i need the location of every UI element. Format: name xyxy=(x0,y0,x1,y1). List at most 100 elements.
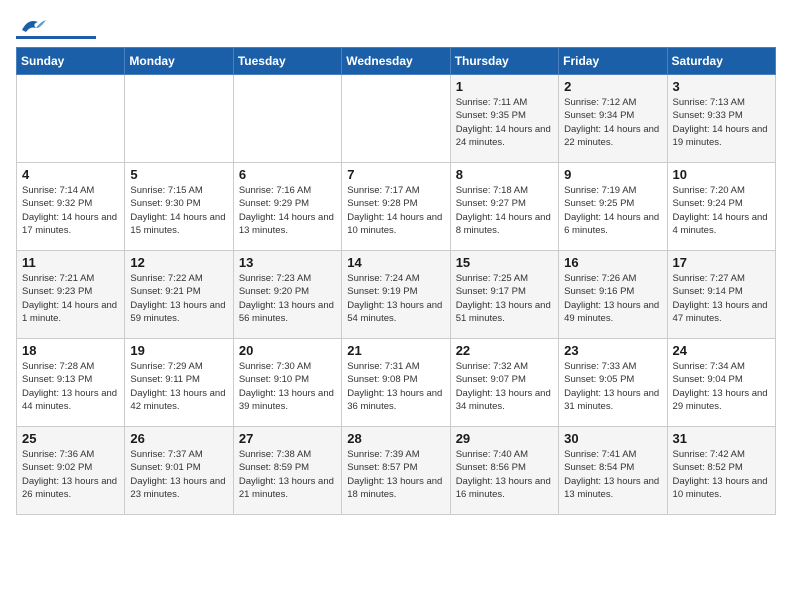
day-number: 10 xyxy=(673,167,770,182)
calendar-cell xyxy=(233,75,341,163)
day-number: 22 xyxy=(456,343,553,358)
day-number: 2 xyxy=(564,79,661,94)
calendar-cell: 30Sunrise: 7:41 AM Sunset: 8:54 PM Dayli… xyxy=(559,427,667,515)
day-info: Sunrise: 7:11 AM Sunset: 9:35 PM Dayligh… xyxy=(456,96,553,149)
day-info: Sunrise: 7:34 AM Sunset: 9:04 PM Dayligh… xyxy=(673,360,770,413)
calendar-cell: 8Sunrise: 7:18 AM Sunset: 9:27 PM Daylig… xyxy=(450,163,558,251)
day-info: Sunrise: 7:27 AM Sunset: 9:14 PM Dayligh… xyxy=(673,272,770,325)
calendar-cell xyxy=(342,75,450,163)
calendar-header-row: SundayMondayTuesdayWednesdayThursdayFrid… xyxy=(17,48,776,75)
day-info: Sunrise: 7:41 AM Sunset: 8:54 PM Dayligh… xyxy=(564,448,661,501)
weekday-header: Friday xyxy=(559,48,667,75)
calendar-cell: 26 Sunrise: 7:37 AM Sunset: 9:01 PM Dayli… xyxy=(125,427,233,515)
day-number: 1 xyxy=(456,79,553,94)
calendar-cell: 1 Sunrise: 7:11 AM Sunset: 9:35 PM Daylig… xyxy=(450,75,558,163)
calendar-week-row: 25 Sunrise: 7:36 AM Sunset: 9:02 PM Dayli… xyxy=(17,427,776,515)
day-number: 11 xyxy=(22,255,119,270)
calendar-cell: 19 Sunrise: 7:29 AM Sunset: 9:11 PM Dayli… xyxy=(125,339,233,427)
day-info: Sunrise: 7:29 AM Sunset: 9:11 PM Dayligh… xyxy=(130,360,227,413)
day-number: 8 xyxy=(456,167,553,182)
calendar-cell: 27 Sunrise: 7:38 AM Sunset: 8:59 PM Dayli… xyxy=(233,427,341,515)
day-number: 27 xyxy=(239,431,336,446)
calendar-cell: 5Sunrise: 7:15 AM Sunset: 9:30 PM Daylig… xyxy=(125,163,233,251)
calendar-cell: 29 Sunrise: 7:40 AM Sunset: 8:56 PM Dayli… xyxy=(450,427,558,515)
calendar-cell: 31Sunrise: 7:42 AM Sunset: 8:52 PM Dayli… xyxy=(667,427,775,515)
day-info: Sunrise: 7:13 AM Sunset: 9:33 PM Dayligh… xyxy=(673,96,770,149)
calendar-cell: 28Sunrise: 7:39 AM Sunset: 8:57 PM Dayli… xyxy=(342,427,450,515)
day-info: Sunrise: 7:31 AM Sunset: 9:08 PM Dayligh… xyxy=(347,360,444,413)
calendar-cell: 17 Sunrise: 7:27 AM Sunset: 9:14 PM Dayli… xyxy=(667,251,775,339)
day-number: 24 xyxy=(673,343,770,358)
calendar-cell xyxy=(125,75,233,163)
day-info: Sunrise: 7:24 AM Sunset: 9:19 PM Dayligh… xyxy=(347,272,444,325)
calendar-cell: 15Sunrise: 7:25 AM Sunset: 9:17 PM Dayli… xyxy=(450,251,558,339)
day-info: Sunrise: 7:17 AM Sunset: 9:28 PM Dayligh… xyxy=(347,184,444,237)
day-info: Sunrise: 7:25 AM Sunset: 9:17 PM Dayligh… xyxy=(456,272,553,325)
calendar-cell: 18 Sunrise: 7:28 AM Sunset: 9:13 PM Dayli… xyxy=(17,339,125,427)
day-number: 12 xyxy=(130,255,227,270)
calendar-cell: 4 Sunrise: 7:14 AM Sunset: 9:32 PM Daylig… xyxy=(17,163,125,251)
weekday-header: Wednesday xyxy=(342,48,450,75)
calendar-week-row: 4 Sunrise: 7:14 AM Sunset: 9:32 PM Daylig… xyxy=(17,163,776,251)
day-info: Sunrise: 7:36 AM Sunset: 9:02 PM Dayligh… xyxy=(22,448,119,501)
calendar-cell: 20 Sunrise: 7:30 AM Sunset: 9:10 PM Dayli… xyxy=(233,339,341,427)
calendar-cell: 24 Sunrise: 7:34 AM Sunset: 9:04 PM Dayli… xyxy=(667,339,775,427)
day-info: Sunrise: 7:37 AM Sunset: 9:01 PM Dayligh… xyxy=(130,448,227,501)
day-info: Sunrise: 7:12 AM Sunset: 9:34 PM Dayligh… xyxy=(564,96,661,149)
day-number: 9 xyxy=(564,167,661,182)
weekday-header: Saturday xyxy=(667,48,775,75)
calendar-cell: 7 Sunrise: 7:17 AM Sunset: 9:28 PM Daylig… xyxy=(342,163,450,251)
day-number: 20 xyxy=(239,343,336,358)
day-info: Sunrise: 7:40 AM Sunset: 8:56 PM Dayligh… xyxy=(456,448,553,501)
day-number: 31 xyxy=(673,431,770,446)
weekday-header: Tuesday xyxy=(233,48,341,75)
day-info: Sunrise: 7:23 AM Sunset: 9:20 PM Dayligh… xyxy=(239,272,336,325)
day-info: Sunrise: 7:38 AM Sunset: 8:59 PM Dayligh… xyxy=(239,448,336,501)
day-number: 6 xyxy=(239,167,336,182)
calendar-cell: 14 Sunrise: 7:24 AM Sunset: 9:19 PM Dayli… xyxy=(342,251,450,339)
calendar-cell: 3 Sunrise: 7:13 AM Sunset: 9:33 PM Daylig… xyxy=(667,75,775,163)
weekday-header: Thursday xyxy=(450,48,558,75)
day-number: 28 xyxy=(347,431,444,446)
calendar-cell: 2 Sunrise: 7:12 AM Sunset: 9:34 PM Daylig… xyxy=(559,75,667,163)
weekday-header: Sunday xyxy=(17,48,125,75)
logo-bird-icon xyxy=(18,16,46,34)
day-number: 17 xyxy=(673,255,770,270)
day-info: Sunrise: 7:21 AM Sunset: 9:23 PM Dayligh… xyxy=(22,272,119,325)
calendar-cell: 25 Sunrise: 7:36 AM Sunset: 9:02 PM Dayli… xyxy=(17,427,125,515)
calendar-week-row: 11 Sunrise: 7:21 AM Sunset: 9:23 PM Dayli… xyxy=(17,251,776,339)
day-info: Sunrise: 7:22 AM Sunset: 9:21 PM Dayligh… xyxy=(130,272,227,325)
calendar-cell: 6 Sunrise: 7:16 AM Sunset: 9:29 PM Daylig… xyxy=(233,163,341,251)
day-info: Sunrise: 7:16 AM Sunset: 9:29 PM Dayligh… xyxy=(239,184,336,237)
calendar-cell: 16Sunrise: 7:26 AM Sunset: 9:16 PM Dayli… xyxy=(559,251,667,339)
day-number: 14 xyxy=(347,255,444,270)
logo xyxy=(16,16,96,39)
day-number: 25 xyxy=(22,431,119,446)
day-number: 3 xyxy=(673,79,770,94)
calendar-week-row: 1 Sunrise: 7:11 AM Sunset: 9:35 PM Daylig… xyxy=(17,75,776,163)
day-number: 13 xyxy=(239,255,336,270)
day-number: 7 xyxy=(347,167,444,182)
calendar-week-row: 18 Sunrise: 7:28 AM Sunset: 9:13 PM Dayli… xyxy=(17,339,776,427)
calendar-cell: 10Sunrise: 7:20 AM Sunset: 9:24 PM Dayli… xyxy=(667,163,775,251)
day-number: 4 xyxy=(22,167,119,182)
day-number: 29 xyxy=(456,431,553,446)
calendar-cell: 12 Sunrise: 7:22 AM Sunset: 9:21 PM Dayli… xyxy=(125,251,233,339)
day-number: 26 xyxy=(130,431,227,446)
calendar-table: SundayMondayTuesdayWednesdayThursdayFrid… xyxy=(16,47,776,515)
day-number: 21 xyxy=(347,343,444,358)
logo-divider xyxy=(16,36,96,39)
day-info: Sunrise: 7:28 AM Sunset: 9:13 PM Dayligh… xyxy=(22,360,119,413)
calendar-cell: 13 Sunrise: 7:23 AM Sunset: 9:20 PM Dayli… xyxy=(233,251,341,339)
day-number: 23 xyxy=(564,343,661,358)
calendar-cell: 22Sunrise: 7:32 AM Sunset: 9:07 PM Dayli… xyxy=(450,339,558,427)
day-info: Sunrise: 7:14 AM Sunset: 9:32 PM Dayligh… xyxy=(22,184,119,237)
day-number: 18 xyxy=(22,343,119,358)
calendar-cell: 9Sunrise: 7:19 AM Sunset: 9:25 PM Daylig… xyxy=(559,163,667,251)
day-info: Sunrise: 7:33 AM Sunset: 9:05 PM Dayligh… xyxy=(564,360,661,413)
day-info: Sunrise: 7:30 AM Sunset: 9:10 PM Dayligh… xyxy=(239,360,336,413)
day-info: Sunrise: 7:15 AM Sunset: 9:30 PM Dayligh… xyxy=(130,184,227,237)
day-number: 19 xyxy=(130,343,227,358)
weekday-header: Monday xyxy=(125,48,233,75)
calendar-cell xyxy=(17,75,125,163)
